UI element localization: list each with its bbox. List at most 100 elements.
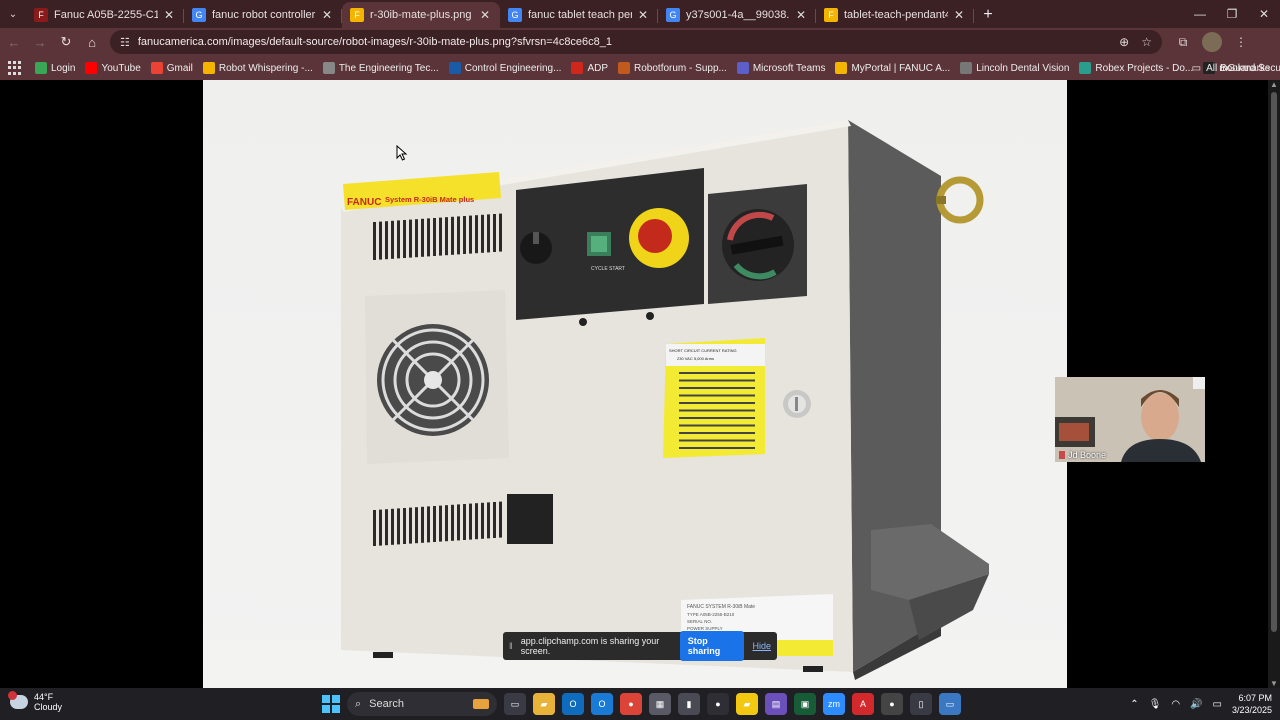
tab-3[interactable]: Gfanuc tablet teach pendant - G ✕ [500, 2, 658, 28]
wifi-icon[interactable]: ◠ [1171, 699, 1180, 710]
bookmark-item[interactable]: Robot Whispering -... [202, 62, 313, 74]
tab-favicon-icon: F [350, 8, 364, 22]
home-icon[interactable]: ⌂ [80, 30, 104, 54]
bookmark-item[interactable]: Robex Projects - Do... [1079, 62, 1193, 74]
restore-icon[interactable]: ❐ [1216, 0, 1248, 28]
bookmark-label: Robex Projects - Do... [1095, 62, 1194, 74]
zoom-icon[interactable]: zm [823, 693, 845, 715]
taskbar: 44°F Cloudy ⌕ Search ▭ ▰ O O ● ▦ ▮ ● ▰ ▤ ▣ zm A ● ▯ ▭ ⌃… [0, 688, 1280, 720]
cycle-start-label: CYCLE START [591, 266, 625, 272]
tab-close-icon[interactable]: ✕ [164, 8, 176, 22]
usb-drive-icon[interactable]: ▯ [910, 693, 932, 715]
bookmark-item[interactable]: YouTube [85, 62, 141, 74]
scroll-up-icon[interactable]: ▲ [1270, 80, 1278, 89]
bookmark-star-icon[interactable]: ☆ [1141, 35, 1152, 49]
weather-widget[interactable]: 44°F Cloudy [8, 691, 62, 712]
bookmark-item[interactable]: MyPortal | FANUC A... [835, 62, 950, 74]
tab-close-icon[interactable]: ✕ [322, 8, 334, 22]
controller-illustration: FANUC System R-30iB Mate plus CYCLE STAR… [341, 120, 989, 680]
microphone-icon[interactable]: 🎙 [1149, 699, 1162, 710]
close-window-icon[interactable]: ✕ [1248, 0, 1280, 28]
chrome-icon[interactable]: ● [620, 693, 642, 715]
tab-close-icon[interactable]: ✕ [638, 8, 650, 22]
bookmark-item[interactable]: Control Engineering... [448, 62, 561, 74]
bookmark-item[interactable]: The Engineering Tec... [322, 62, 439, 74]
forward-icon[interactable]: → [28, 30, 52, 54]
screen-share-icon[interactable]: ▭ [939, 693, 961, 715]
brand-text: FANUC [347, 197, 381, 208]
reload-icon[interactable]: ↻ [54, 30, 78, 54]
back-icon[interactable]: ← [2, 30, 26, 54]
all-bookmarks-label: All Bookmarks [1206, 62, 1270, 74]
upper-vent [373, 213, 502, 260]
tab-1[interactable]: Gfanuc robot controller - Google ✕ [184, 2, 342, 28]
controller-image: FANUC System R-30iB Mate plus CYCLE STAR… [203, 80, 1067, 688]
window-controls: — ❐ ✕ [1184, 0, 1280, 28]
apps-grid-icon[interactable] [8, 61, 21, 75]
task-view-icon[interactable]: ▭ [504, 693, 526, 715]
excel-app-icon[interactable]: ▣ [794, 693, 816, 715]
battery-icon[interactable]: ▭ [1213, 699, 1222, 710]
chrome-2-icon[interactable]: ● [881, 693, 903, 715]
tab-search-chevron-icon[interactable]: ⌄ [0, 0, 26, 28]
bookmark-item[interactable]: Login [35, 62, 75, 74]
bookmark-favicon-icon [85, 62, 98, 74]
bookmark-label: Lincoln Dental Vision [976, 62, 1070, 74]
connector-cover [507, 494, 553, 544]
emergency-stop-button [638, 219, 672, 253]
stop-sharing-button[interactable]: Stop sharing [679, 631, 745, 661]
new-tab-button[interactable]: + [974, 2, 1002, 28]
hide-link[interactable]: Hide [752, 641, 771, 651]
extensions-icon[interactable]: ⧉ [1172, 31, 1194, 53]
sticky-notes-icon[interactable]: ▰ [736, 693, 758, 715]
bookmark-favicon-icon [150, 62, 163, 74]
acrobat-icon[interactable]: A [852, 693, 874, 715]
alien-app-icon[interactable]: ● [707, 693, 729, 715]
clipchamp-icon[interactable]: ▤ [765, 693, 787, 715]
tab-title: fanuc robot controller - Google [212, 9, 316, 21]
volume-icon[interactable]: 🔊 [1190, 699, 1202, 710]
all-bookmarks[interactable]: ▭ All Bookmarks [1192, 56, 1270, 80]
scroll-down-icon[interactable]: ▼ [1270, 679, 1278, 688]
tab-title: Fanuc A05B-2255-C102#ESW c [54, 9, 158, 21]
tab-2[interactable]: Fr-30ib-mate-plus.png (519×400) ✕ [342, 2, 500, 28]
tab-favicon-icon: G [666, 8, 680, 22]
usb-app-icon[interactable]: ▮ [678, 693, 700, 715]
drag-handle-icon[interactable]: ‖ [509, 641, 513, 651]
tab-close-icon[interactable]: ✕ [480, 8, 492, 22]
menu-icon[interactable]: ⋮ [1230, 31, 1252, 53]
profile-avatar[interactable] [1202, 32, 1222, 52]
outlook-new-icon[interactable]: O [591, 693, 613, 715]
bookmark-list: Login YouTube Gmail Robot Whispering -... Th… [35, 62, 1280, 74]
bookmark-item[interactable]: Gmail [150, 62, 193, 74]
zoom-icon[interactable]: ⊕ [1119, 35, 1129, 49]
bookmark-item[interactable]: Lincoln Dental Vision [960, 62, 1069, 74]
bookmark-item[interactable]: Microsoft Teams [736, 62, 825, 74]
search-label: Search [369, 698, 405, 710]
tray-overflow-icon[interactable]: ⌃ [1130, 699, 1138, 710]
tab-close-icon[interactable]: ✕ [954, 8, 966, 22]
bookmarks-bar: Login YouTube Gmail Robot Whispering -... Th… [0, 56, 1280, 80]
file-explorer-icon[interactable]: ▰ [533, 693, 555, 715]
tab-0[interactable]: F Fanuc A05B-2255-C102#ESW c ✕ [26, 2, 184, 28]
calculator-icon[interactable]: ▦ [649, 693, 671, 715]
tab-4[interactable]: Gy37s001-4a__99038.172958032 ✕ [658, 2, 816, 28]
page-scrollbar[interactable]: ▲ ▼ [1268, 80, 1280, 688]
search-icon: ⌕ [355, 697, 362, 710]
outlook-icon[interactable]: O [562, 693, 584, 715]
site-info-icon[interactable]: ☷ [120, 36, 130, 49]
tab-5[interactable]: Ftablet-teach-pendant409d6c15 ✕ [816, 2, 974, 28]
model-text: System R-30iB Mate plus [385, 195, 474, 204]
url-text[interactable]: fanucamerica.com/images/default-source/r… [138, 36, 1107, 48]
tab-close-icon[interactable]: ✕ [796, 8, 808, 22]
bookmark-item[interactable]: ADP [571, 62, 608, 74]
taskbar-search[interactable]: ⌕ Search [347, 692, 497, 716]
scroll-thumb[interactable] [1271, 92, 1277, 632]
minimize-icon[interactable]: — [1184, 0, 1216, 28]
clock[interactable]: 6:07 PM 3/23/2025 [1232, 692, 1272, 716]
participant-name-text: Jd Boone [1068, 450, 1107, 460]
bookmark-label: ADP [587, 62, 609, 74]
start-button[interactable] [322, 695, 340, 713]
address-bar[interactable]: ☷ fanucamerica.com/images/default-source… [110, 30, 1162, 54]
bookmark-item[interactable]: Robotforum - Supp... [618, 62, 727, 74]
